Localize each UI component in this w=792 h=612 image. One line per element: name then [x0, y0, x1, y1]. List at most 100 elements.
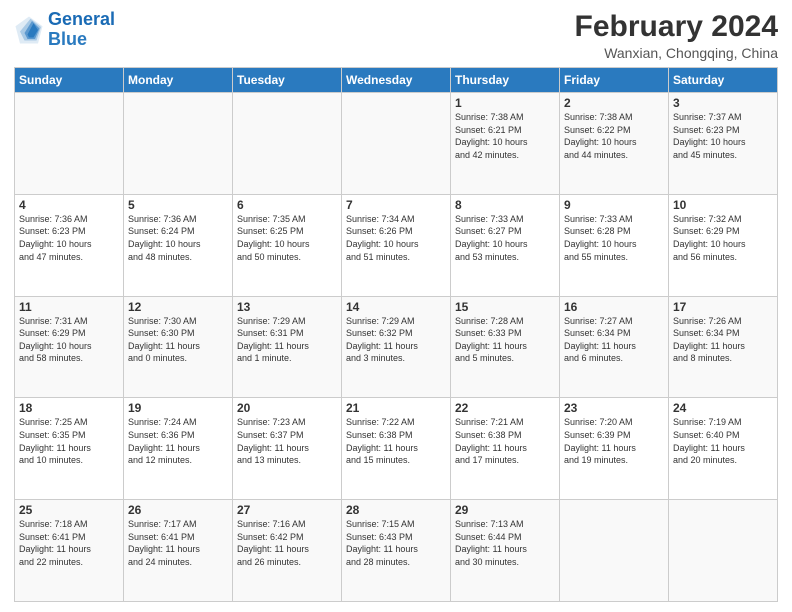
calendar-week-3: 18Sunrise: 7:25 AM Sunset: 6:35 PM Dayli… [15, 398, 778, 500]
day-info: Sunrise: 7:33 AM Sunset: 6:27 PM Dayligh… [455, 213, 555, 263]
calendar-cell: 24Sunrise: 7:19 AM Sunset: 6:40 PM Dayli… [669, 398, 778, 500]
calendar-cell: 5Sunrise: 7:36 AM Sunset: 6:24 PM Daylig… [124, 194, 233, 296]
day-info: Sunrise: 7:34 AM Sunset: 6:26 PM Dayligh… [346, 213, 446, 263]
calendar-cell: 3Sunrise: 7:37 AM Sunset: 6:23 PM Daylig… [669, 93, 778, 195]
month-year: February 2024 [575, 10, 778, 43]
calendar-cell: 26Sunrise: 7:17 AM Sunset: 6:41 PM Dayli… [124, 500, 233, 602]
calendar-cell: 2Sunrise: 7:38 AM Sunset: 6:22 PM Daylig… [560, 93, 669, 195]
calendar-cell: 12Sunrise: 7:30 AM Sunset: 6:30 PM Dayli… [124, 296, 233, 398]
calendar-cell: 25Sunrise: 7:18 AM Sunset: 6:41 PM Dayli… [15, 500, 124, 602]
day-info: Sunrise: 7:20 AM Sunset: 6:39 PM Dayligh… [564, 416, 664, 466]
day-info: Sunrise: 7:27 AM Sunset: 6:34 PM Dayligh… [564, 315, 664, 365]
page: General Blue February 2024 Wanxian, Chon… [0, 0, 792, 612]
day-number: 8 [455, 198, 555, 212]
calendar-cell [342, 93, 451, 195]
day-number: 16 [564, 300, 664, 314]
day-info: Sunrise: 7:17 AM Sunset: 6:41 PM Dayligh… [128, 518, 228, 568]
calendar-cell: 8Sunrise: 7:33 AM Sunset: 6:27 PM Daylig… [451, 194, 560, 296]
day-number: 23 [564, 401, 664, 415]
day-number: 3 [673, 96, 773, 110]
calendar-header-row: SundayMondayTuesdayWednesdayThursdayFrid… [15, 68, 778, 93]
title-block: February 2024 Wanxian, Chongqing, China [575, 10, 778, 61]
calendar-cell: 17Sunrise: 7:26 AM Sunset: 6:34 PM Dayli… [669, 296, 778, 398]
col-header-monday: Monday [124, 68, 233, 93]
calendar-cell: 22Sunrise: 7:21 AM Sunset: 6:38 PM Dayli… [451, 398, 560, 500]
calendar-cell: 4Sunrise: 7:36 AM Sunset: 6:23 PM Daylig… [15, 194, 124, 296]
logo-text: General Blue [48, 10, 115, 50]
calendar-cell: 9Sunrise: 7:33 AM Sunset: 6:28 PM Daylig… [560, 194, 669, 296]
calendar-cell: 14Sunrise: 7:29 AM Sunset: 6:32 PM Dayli… [342, 296, 451, 398]
calendar-cell: 6Sunrise: 7:35 AM Sunset: 6:25 PM Daylig… [233, 194, 342, 296]
day-info: Sunrise: 7:38 AM Sunset: 6:21 PM Dayligh… [455, 111, 555, 161]
calendar-week-0: 1Sunrise: 7:38 AM Sunset: 6:21 PM Daylig… [15, 93, 778, 195]
calendar-cell: 15Sunrise: 7:28 AM Sunset: 6:33 PM Dayli… [451, 296, 560, 398]
day-info: Sunrise: 7:21 AM Sunset: 6:38 PM Dayligh… [455, 416, 555, 466]
calendar-cell: 21Sunrise: 7:22 AM Sunset: 6:38 PM Dayli… [342, 398, 451, 500]
calendar-cell [560, 500, 669, 602]
day-info: Sunrise: 7:36 AM Sunset: 6:23 PM Dayligh… [19, 213, 119, 263]
day-info: Sunrise: 7:31 AM Sunset: 6:29 PM Dayligh… [19, 315, 119, 365]
calendar-cell: 18Sunrise: 7:25 AM Sunset: 6:35 PM Dayli… [15, 398, 124, 500]
day-info: Sunrise: 7:35 AM Sunset: 6:25 PM Dayligh… [237, 213, 337, 263]
logo-general: General [48, 9, 115, 29]
day-info: Sunrise: 7:38 AM Sunset: 6:22 PM Dayligh… [564, 111, 664, 161]
calendar-cell: 10Sunrise: 7:32 AM Sunset: 6:29 PM Dayli… [669, 194, 778, 296]
day-number: 10 [673, 198, 773, 212]
day-number: 12 [128, 300, 228, 314]
day-info: Sunrise: 7:24 AM Sunset: 6:36 PM Dayligh… [128, 416, 228, 466]
calendar-cell: 11Sunrise: 7:31 AM Sunset: 6:29 PM Dayli… [15, 296, 124, 398]
calendar-table: SundayMondayTuesdayWednesdayThursdayFrid… [14, 67, 778, 602]
day-number: 28 [346, 503, 446, 517]
day-number: 4 [19, 198, 119, 212]
calendar-week-2: 11Sunrise: 7:31 AM Sunset: 6:29 PM Dayli… [15, 296, 778, 398]
col-header-sunday: Sunday [15, 68, 124, 93]
calendar-cell [124, 93, 233, 195]
day-number: 17 [673, 300, 773, 314]
day-number: 14 [346, 300, 446, 314]
calendar-cell: 13Sunrise: 7:29 AM Sunset: 6:31 PM Dayli… [233, 296, 342, 398]
logo-icon [14, 15, 44, 45]
day-info: Sunrise: 7:28 AM Sunset: 6:33 PM Dayligh… [455, 315, 555, 365]
calendar-cell: 7Sunrise: 7:34 AM Sunset: 6:26 PM Daylig… [342, 194, 451, 296]
day-number: 26 [128, 503, 228, 517]
day-info: Sunrise: 7:29 AM Sunset: 6:31 PM Dayligh… [237, 315, 337, 365]
day-info: Sunrise: 7:32 AM Sunset: 6:29 PM Dayligh… [673, 213, 773, 263]
day-number: 19 [128, 401, 228, 415]
day-number: 6 [237, 198, 337, 212]
calendar-cell: 19Sunrise: 7:24 AM Sunset: 6:36 PM Dayli… [124, 398, 233, 500]
day-number: 25 [19, 503, 119, 517]
day-info: Sunrise: 7:18 AM Sunset: 6:41 PM Dayligh… [19, 518, 119, 568]
calendar-cell: 1Sunrise: 7:38 AM Sunset: 6:21 PM Daylig… [451, 93, 560, 195]
day-number: 9 [564, 198, 664, 212]
logo-blue: Blue [48, 29, 87, 49]
calendar-cell [669, 500, 778, 602]
day-number: 15 [455, 300, 555, 314]
col-header-wednesday: Wednesday [342, 68, 451, 93]
day-number: 7 [346, 198, 446, 212]
calendar-week-4: 25Sunrise: 7:18 AM Sunset: 6:41 PM Dayli… [15, 500, 778, 602]
calendar-cell: 23Sunrise: 7:20 AM Sunset: 6:39 PM Dayli… [560, 398, 669, 500]
day-info: Sunrise: 7:30 AM Sunset: 6:30 PM Dayligh… [128, 315, 228, 365]
day-info: Sunrise: 7:26 AM Sunset: 6:34 PM Dayligh… [673, 315, 773, 365]
day-number: 22 [455, 401, 555, 415]
day-number: 21 [346, 401, 446, 415]
day-number: 13 [237, 300, 337, 314]
calendar-cell: 29Sunrise: 7:13 AM Sunset: 6:44 PM Dayli… [451, 500, 560, 602]
day-number: 5 [128, 198, 228, 212]
calendar-cell: 20Sunrise: 7:23 AM Sunset: 6:37 PM Dayli… [233, 398, 342, 500]
day-info: Sunrise: 7:37 AM Sunset: 6:23 PM Dayligh… [673, 111, 773, 161]
day-info: Sunrise: 7:36 AM Sunset: 6:24 PM Dayligh… [128, 213, 228, 263]
col-header-friday: Friday [560, 68, 669, 93]
day-info: Sunrise: 7:19 AM Sunset: 6:40 PM Dayligh… [673, 416, 773, 466]
calendar-cell [15, 93, 124, 195]
day-number: 1 [455, 96, 555, 110]
calendar-cell: 16Sunrise: 7:27 AM Sunset: 6:34 PM Dayli… [560, 296, 669, 398]
day-info: Sunrise: 7:13 AM Sunset: 6:44 PM Dayligh… [455, 518, 555, 568]
day-number: 27 [237, 503, 337, 517]
day-info: Sunrise: 7:29 AM Sunset: 6:32 PM Dayligh… [346, 315, 446, 365]
location: Wanxian, Chongqing, China [575, 45, 778, 61]
day-info: Sunrise: 7:16 AM Sunset: 6:42 PM Dayligh… [237, 518, 337, 568]
calendar-cell: 27Sunrise: 7:16 AM Sunset: 6:42 PM Dayli… [233, 500, 342, 602]
day-number: 11 [19, 300, 119, 314]
col-header-thursday: Thursday [451, 68, 560, 93]
